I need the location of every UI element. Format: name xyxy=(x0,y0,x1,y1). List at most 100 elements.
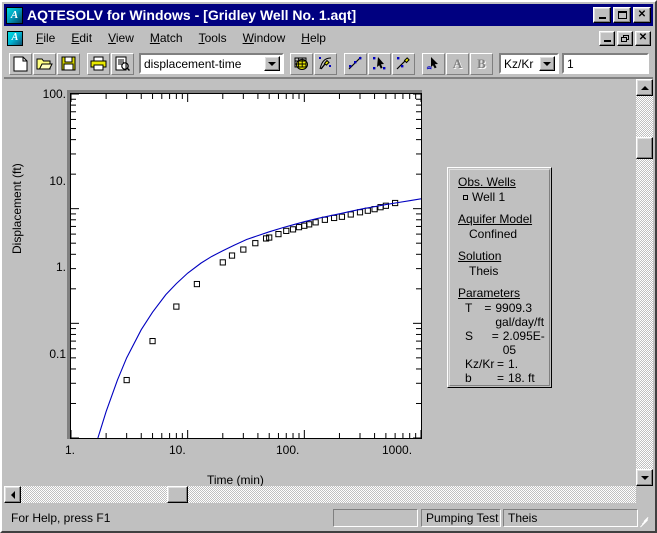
menu-view[interactable]: View xyxy=(100,29,142,47)
legend-panel[interactable]: Obs. Wells Well 1 Aquifer Model Confined… xyxy=(447,167,552,388)
vertical-scrollbar[interactable] xyxy=(636,79,653,486)
legend-param-S-value: 2.095E-05 xyxy=(502,329,545,357)
application-window: A AQTESOLV for Windows - [Gridley Well N… xyxy=(0,0,657,533)
legend-solution-heading: Solution xyxy=(458,249,502,263)
legend-param-b-value: 18. ft xyxy=(508,371,535,385)
menu-window[interactable]: Window xyxy=(235,29,294,47)
status-bar: For Help, press F1 Pumping Test Theis xyxy=(4,507,653,529)
menu-file[interactable]: File xyxy=(28,29,63,47)
chevron-down-icon-2[interactable] xyxy=(539,56,555,71)
menu-help[interactable]: Help xyxy=(293,29,334,47)
plot-type-combobox[interactable]: displacement-time xyxy=(139,53,284,74)
active-match-button[interactable] xyxy=(422,52,445,75)
title-bar: A AQTESOLV for Windows - [Gridley Well N… xyxy=(4,4,653,26)
plot-frame[interactable] xyxy=(70,93,422,439)
grid-button[interactable] xyxy=(290,52,313,75)
legend-param-b-eq: = xyxy=(497,371,505,385)
child-restore-button[interactable] xyxy=(617,30,633,46)
new-file-button[interactable] xyxy=(9,52,32,75)
legend-param-S-eq: = xyxy=(491,329,499,343)
toggle-b-label: B xyxy=(477,55,486,71)
horizontal-scrollbar-track[interactable] xyxy=(21,486,636,503)
parameter-value: Kz/Kr xyxy=(504,56,534,71)
menu-view-label: V xyxy=(108,31,116,45)
parameter-value-input[interactable]: 1 xyxy=(562,53,649,74)
plot-canvas[interactable] xyxy=(71,94,421,438)
legend-param-S-key: S xyxy=(465,329,474,343)
x-axis-title: Time (min) xyxy=(207,473,264,486)
document-logo-icon[interactable]: A xyxy=(7,30,23,46)
toolbar: displacement-time A B Kz/Kr 1 xyxy=(4,50,653,78)
legend-param-KzKr-value: 1. xyxy=(508,357,519,371)
legend-obs-well-item[interactable]: Well 1 xyxy=(458,190,549,205)
chevron-down-icon[interactable] xyxy=(264,56,280,71)
scrollbar-corner xyxy=(636,486,653,503)
scroll-left-button[interactable] xyxy=(4,486,21,503)
status-solution: Theis xyxy=(503,509,638,527)
legend-param-KzKr-key: Kz/Kr xyxy=(465,357,495,371)
legend-aquifer-model-heading: Aquifer Model xyxy=(458,212,533,226)
menu-help-label: H xyxy=(301,31,310,45)
status-help-text: For Help, press F1 xyxy=(11,511,111,525)
child-window-controls: ✕ xyxy=(597,30,653,46)
legend-param-KzKr-eq: = xyxy=(497,357,505,371)
legend-param-T-key: T xyxy=(465,301,473,315)
legend-param-T: T = 9909.3 gal/day/ft xyxy=(458,301,549,329)
legend-obs-well-label: Well 1 xyxy=(472,190,506,204)
menu-tools[interactable]: Tools xyxy=(191,29,235,47)
status-blank-panel xyxy=(333,509,418,527)
open-file-button[interactable] xyxy=(33,52,56,75)
menu-window-label: W xyxy=(242,31,254,45)
menu-file-rest: ile xyxy=(43,31,56,45)
legend-param-T-value: 9909.3 gal/day/ft xyxy=(495,301,545,329)
open-square-marker-icon xyxy=(463,195,468,200)
status-test-type: Pumping Test xyxy=(421,509,501,527)
menu-match-label: M xyxy=(149,31,160,45)
scroll-down-button[interactable] xyxy=(636,469,653,486)
print-button[interactable] xyxy=(87,52,110,75)
legend-aquifer-model-value: Confined xyxy=(469,227,518,241)
toggle-b-button[interactable]: B xyxy=(470,52,493,75)
horizontal-scrollbar[interactable] xyxy=(4,486,636,503)
y-tick-10: 10. xyxy=(49,174,66,188)
toggle-a-button[interactable]: A xyxy=(446,52,469,75)
legend-param-KzKr: Kz/Kr = 1. xyxy=(458,357,549,371)
legend-solution-value: Theis xyxy=(469,264,499,278)
visual-match-button[interactable] xyxy=(344,52,367,75)
horizontal-scrollbar-thumb[interactable] xyxy=(167,486,188,503)
legend-param-T-eq: = xyxy=(484,301,492,315)
menu-edit[interactable]: Edit xyxy=(63,29,100,47)
toggle-a-label: A xyxy=(452,55,463,71)
maximize-button[interactable] xyxy=(613,7,631,23)
legend-param-b: b = 18. ft xyxy=(458,371,549,385)
y-tick-1: 1. xyxy=(55,260,66,274)
window-controls: ✕ xyxy=(591,7,653,23)
menu-bar: A File Edit View Match Tools Window Help… xyxy=(4,28,653,48)
window-title: AQTESOLV for Windows - [Gridley Well No.… xyxy=(27,7,357,23)
scroll-up-button[interactable] xyxy=(636,79,653,96)
legend-obs-wells-heading: Obs. Wells xyxy=(458,175,516,189)
plot-type-value: displacement-time xyxy=(144,56,242,71)
legend-parameters-heading: Parameters xyxy=(458,286,521,300)
minimize-button[interactable] xyxy=(593,7,611,23)
type-curve-button[interactable] xyxy=(314,52,337,75)
aqtesolv-logo-icon: A xyxy=(6,6,23,24)
x-tick-10: 10. xyxy=(169,443,186,457)
close-button[interactable]: ✕ xyxy=(633,7,651,23)
x-tick-100: 100. xyxy=(276,443,300,457)
resize-grip[interactable] xyxy=(638,514,650,528)
vertical-scrollbar-thumb[interactable] xyxy=(636,137,653,159)
legend-param-S: S = 2.095E-05 xyxy=(458,329,549,357)
menu-match[interactable]: Match xyxy=(142,29,191,47)
mdi-client: Displacement (ft) Time (min) 100. 10. 1.… xyxy=(4,78,653,503)
child-minimize-button[interactable] xyxy=(599,30,615,46)
chart-document: Displacement (ft) Time (min) 100. 10. 1.… xyxy=(4,79,636,486)
legend-param-b-key: b xyxy=(465,371,472,385)
automatic-match-button[interactable] xyxy=(368,52,391,75)
match-tool-button[interactable] xyxy=(392,52,415,75)
save-file-button[interactable] xyxy=(57,52,80,75)
child-close-button[interactable]: ✕ xyxy=(635,30,651,46)
parameter-combobox[interactable]: Kz/Kr xyxy=(499,53,559,74)
x-tick-1000: 1000. xyxy=(382,443,413,457)
print-preview-button[interactable] xyxy=(111,52,134,75)
